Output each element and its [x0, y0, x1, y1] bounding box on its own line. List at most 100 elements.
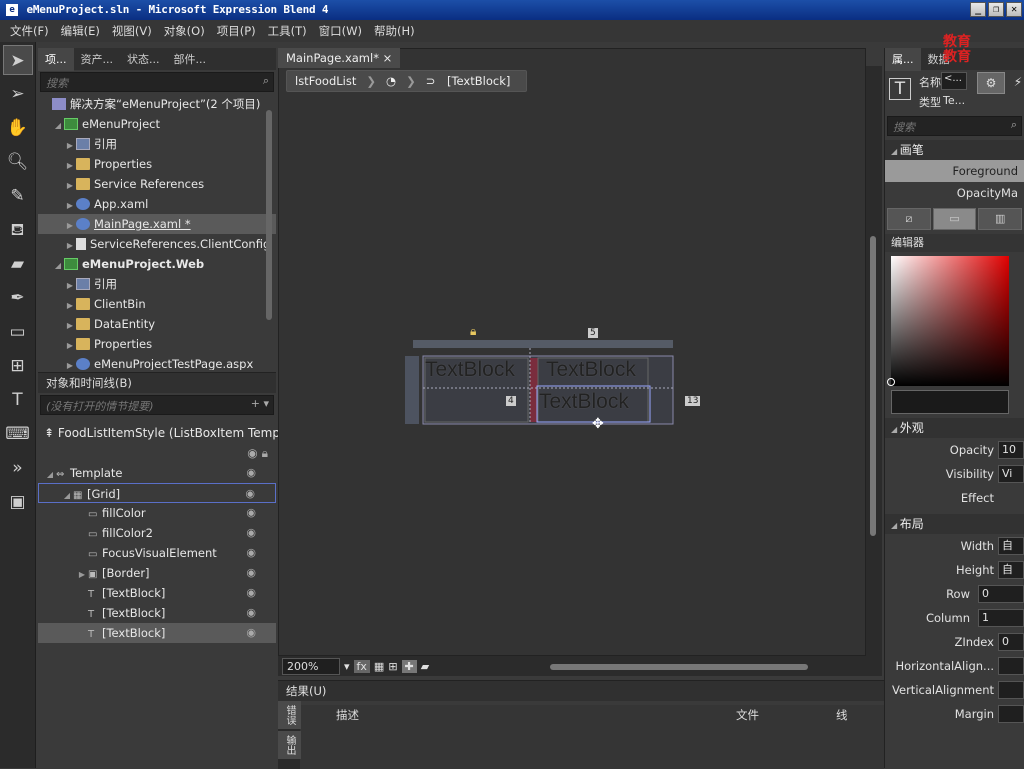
properties-icon[interactable]: ⚙ [977, 72, 1005, 94]
brush-item[interactable]: Foreground [885, 160, 1024, 182]
project-item[interactable]: ▶ MainPage.xaml * [38, 214, 276, 234]
col-line[interactable]: 线 [836, 707, 848, 723]
menu-1[interactable]: 编辑(E) [55, 23, 106, 39]
paint-bucket-icon[interactable]: ⛾ [3, 215, 33, 245]
visibility-eye-icon[interactable]: ◉ [246, 463, 256, 483]
object-node[interactable]: T [TextBlock] ◉ [38, 583, 276, 603]
menu-7[interactable]: 帮助(H) [368, 23, 421, 39]
pan-icon[interactable]: ✋ [3, 113, 33, 143]
annotations-icon[interactable]: ▰ [421, 660, 429, 673]
project-item[interactable]: ▶ ServiceReferences.ClientConfig [38, 234, 276, 254]
selection-icon[interactable]: ➤ [2, 45, 33, 75]
textblock-2[interactable]: TextBlock [546, 358, 636, 382]
gradient-icon[interactable]: ▰ [3, 249, 33, 279]
eyedropper-icon[interactable]: ✎ [3, 181, 33, 211]
project-item[interactable]: ▶ ClientBin [38, 294, 276, 314]
listbox-item-design[interactable]: TextBlock TextBlock TextBlock 4 13 5 🔒︎ … [405, 324, 701, 432]
appearance-section[interactable]: 外观 [885, 418, 1024, 438]
color-swatch[interactable] [891, 390, 1009, 414]
scope-up-icon[interactable]: ⇞ [44, 426, 54, 440]
object-node[interactable]: ▭ fillColor ◉ [38, 503, 276, 523]
expand-arrow-icon[interactable]: ▶ [64, 216, 76, 236]
direct-selection-icon[interactable]: ➢ [3, 79, 33, 109]
expand-arrow-icon[interactable]: ◢ [52, 256, 64, 276]
expand-arrow-icon[interactable]: ▶ [64, 236, 76, 256]
eye-icon[interactable]: ◉ [247, 446, 257, 460]
expand-arrow-icon[interactable]: ▶ [64, 356, 76, 370]
visibility-eye-icon[interactable]: ◉ [246, 503, 256, 523]
menu-6[interactable]: 窗口(W) [313, 23, 368, 39]
text-icon[interactable]: T [3, 385, 33, 415]
col-description[interactable]: 描述 [336, 707, 359, 723]
visibility-eye-icon[interactable]: ◉ [245, 484, 255, 504]
minimize-button[interactable]: _ [970, 2, 986, 17]
project-item[interactable]: ▶ App.xaml [38, 194, 276, 214]
no-brush-icon[interactable]: ⧄ [887, 208, 931, 230]
search-icon[interactable]: ⌕ [263, 74, 269, 88]
grid-layout-icon[interactable]: ⊞ [3, 351, 33, 381]
property-value-field[interactable] [998, 657, 1024, 675]
expand-arrow-icon[interactable]: ▶ [64, 296, 76, 316]
expand-arrow-icon[interactable]: ▶ [76, 565, 88, 585]
fx-toggle-icon[interactable]: fx [353, 659, 370, 673]
tab-output[interactable]: 输出 [278, 731, 301, 759]
snap-grid-icon[interactable]: ⊞ [388, 660, 397, 673]
object-node[interactable]: ▭ fillColor2 ◉ [38, 523, 276, 543]
close-button[interactable]: ✕ [1006, 2, 1022, 17]
grid-toggle-icon[interactable]: ▦ [374, 660, 384, 673]
snap-lines-icon[interactable]: ✚ [401, 659, 417, 673]
visibility-eye-icon[interactable]: ◉ [246, 623, 256, 643]
expand-arrow-icon[interactable]: ▶ [64, 316, 76, 336]
visibility-eye-icon[interactable]: ◉ [246, 523, 256, 543]
visibility-eye-icon[interactable]: ◉ [246, 563, 256, 583]
textblock-1[interactable]: TextBlock [425, 358, 515, 382]
close-tab-icon[interactable]: × [383, 51, 393, 65]
menu-0[interactable]: 文件(F) [4, 23, 55, 39]
breadcrumb-template-icon[interactable]: ◔ [378, 72, 404, 90]
project-item[interactable]: ▶ DataEntity [38, 314, 276, 334]
menu-3[interactable]: 对象(O) [158, 23, 211, 39]
property-value-field[interactable]: Vi [998, 465, 1024, 483]
layout-section[interactable]: 布局 [885, 514, 1024, 534]
menu-4[interactable]: 项目(P) [211, 23, 262, 39]
right-tab-0[interactable]: 属... [885, 48, 921, 71]
property-value-field[interactable]: 自 [998, 537, 1024, 555]
expand-arrow-icon[interactable]: ◢ [52, 116, 64, 136]
property-value-field[interactable] [998, 705, 1024, 723]
assets-icon[interactable]: ⌨ [3, 419, 33, 449]
color-picker[interactable] [887, 256, 1009, 386]
breadcrumb-textblock[interactable]: ⊃ [TextBlock] [418, 72, 527, 90]
solid-brush-icon[interactable]: ▭ [932, 208, 977, 230]
project-item[interactable]: ▶ Properties [38, 334, 276, 354]
object-node[interactable]: ▶ ▣ [Border] ◉ [38, 563, 276, 583]
artboard-vscrollbar[interactable] [866, 66, 882, 676]
textblock-3-selected[interactable]: TextBlock [539, 390, 629, 414]
project-scrollbar[interactable] [266, 110, 272, 320]
expand-arrow-icon[interactable]: ▶ [64, 336, 76, 356]
tab-mainpage[interactable]: MainPage.xaml* × [278, 48, 401, 68]
events-icon[interactable]: ⚡ [1009, 72, 1024, 94]
brushes-section[interactable]: 画笔 [885, 140, 1024, 160]
object-node[interactable]: T [TextBlock] ◉ [38, 623, 276, 643]
search-icon[interactable]: ⌕ [1011, 118, 1017, 132]
tab-errors[interactable]: 错误 [278, 701, 301, 729]
lock-icon[interactable]: 🔒︎ [470, 324, 476, 339]
pen-icon[interactable]: ✒ [3, 283, 33, 313]
visibility-eye-icon[interactable]: ◉ [246, 543, 256, 563]
dropdown-icon[interactable]: ▾ [344, 660, 350, 673]
project-item[interactable]: ◢ eMenuProject.Web [38, 254, 276, 274]
rectangle-icon[interactable]: ▭ [3, 317, 33, 347]
left-tab-2[interactable]: 状态... [120, 48, 167, 71]
project-search-input[interactable]: 搜索 ⌕ [40, 72, 274, 92]
object-node[interactable]: ◢ ▦ [Grid] ◉ [38, 483, 276, 503]
object-node[interactable]: ◢ ⇔ Template ◉ [38, 463, 276, 483]
project-item[interactable]: ◢ eMenuProject [38, 114, 276, 134]
breadcrumb-listbox[interactable]: lstFoodList [287, 72, 364, 90]
property-value-field[interactable]: 自 [998, 561, 1024, 579]
left-tab-0[interactable]: 项... [38, 48, 74, 71]
project-item[interactable]: ▶ Properties [38, 154, 276, 174]
project-item[interactable]: ▶ 引用 [38, 274, 276, 294]
expand-arrow-icon[interactable]: ▶ [64, 176, 76, 196]
maximize-button[interactable]: ❐ [988, 2, 1004, 17]
expand-arrow-icon[interactable]: ▶ [64, 136, 76, 156]
